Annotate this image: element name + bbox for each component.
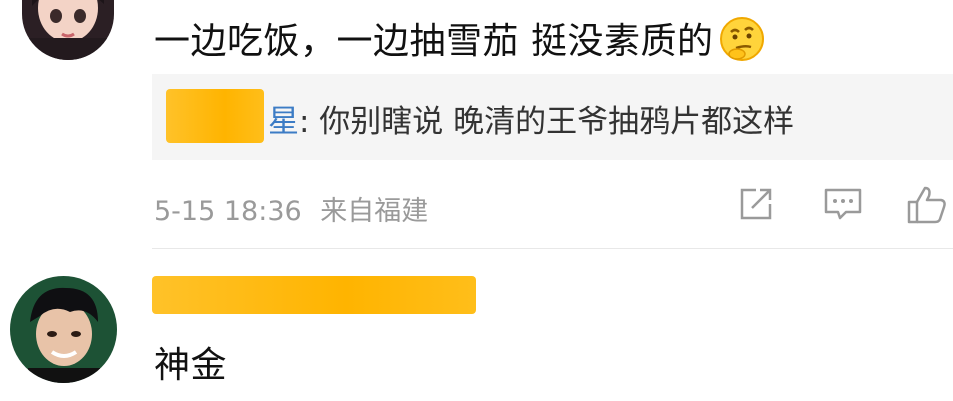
comment-meta: 5-15 18:36 来自福建: [154, 189, 428, 228]
share-icon[interactable]: [736, 184, 776, 228]
like-icon[interactable]: [905, 184, 949, 230]
comment-body: 神金: [154, 345, 228, 386]
timestamp: 5-15 18:36: [154, 196, 302, 227]
avatar[interactable]: [10, 276, 117, 383]
comment-body: 一边吃饭，一边抽雪茄 挺没素质的: [154, 21, 714, 62]
location: 来自福建: [320, 196, 429, 227]
comment-icon[interactable]: [822, 184, 864, 228]
redacted-username: [166, 89, 264, 143]
thinking-emoji-icon: [719, 16, 765, 71]
reply-text: 星: 你别瞎说 晚清的王爷抽鸦片都这样: [268, 96, 794, 141]
redacted-username: [152, 276, 476, 314]
comment-text: 神金: [154, 336, 227, 388]
avatar[interactable]: [22, 0, 114, 60]
comment-text: 一边吃饭，一边抽雪茄 挺没素质的: [154, 12, 765, 71]
divider: [152, 248, 953, 249]
reply-username-tail[interactable]: 星: [268, 104, 299, 140]
reply-body: : 你别瞎说 晚清的王爷抽鸦片都这样: [299, 104, 795, 140]
